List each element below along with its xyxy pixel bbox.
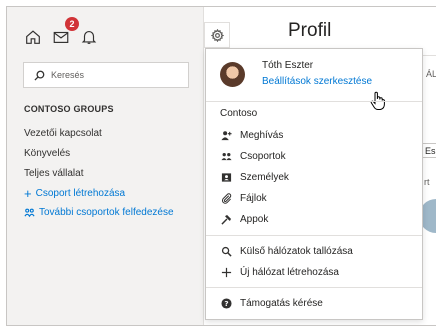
menu-item-files-label: Fájlok: [240, 192, 267, 204]
top-icon-bar: 2: [22, 17, 100, 48]
inbox-button[interactable]: 2: [50, 17, 79, 48]
menu-item-groups[interactable]: Csoportok: [220, 147, 286, 165]
peek-text-1: ÁL: [426, 69, 436, 79]
menu-item-groups-label: Csoportok: [240, 150, 286, 162]
group-item-vezetoi-kapcsolat[interactable]: Vezetői kapcsolat: [24, 124, 174, 144]
page-title: Profil: [288, 20, 332, 41]
create-group-link[interactable]: + Csoport létrehozása: [24, 184, 174, 203]
edit-settings-link[interactable]: Beállítások szerkesztése: [262, 76, 372, 87]
discover-groups-label: További csoportok felfedezése: [39, 207, 174, 218]
peek-text-2: Es: [425, 146, 436, 156]
menu-divider: [206, 101, 422, 102]
notifications-button[interactable]: [78, 26, 100, 48]
invite-icon: [220, 129, 232, 141]
user-name: Tóth Eszter: [262, 60, 314, 71]
menu-item-apps-label: Appok: [240, 213, 269, 225]
bell-icon: [81, 31, 97, 44]
discover-groups-icon: [24, 208, 35, 218]
files-icon: [220, 192, 232, 204]
avatar: [220, 62, 245, 87]
search-icon: [34, 70, 45, 81]
menu-item-support[interactable]: ? Támogatás kérése: [220, 294, 323, 312]
menu-item-files[interactable]: Fájlok: [220, 189, 267, 207]
search-icon: [220, 245, 232, 257]
notification-badge: 2: [65, 17, 79, 31]
help-icon: ?: [220, 297, 232, 309]
profile-section: Tóth Eszter Beállítások szerkesztése: [206, 49, 422, 110]
menu-item-invite-label: Meghívás: [240, 129, 284, 141]
group-item-teljes-vallalat[interactable]: Teljes vállalat: [24, 164, 174, 184]
groups-heading: CONTOSO GROUPS: [24, 104, 114, 114]
menu-divider: [206, 287, 422, 288]
sidebar: 2 Keresés CONTOSO GROUPS Vezetői kapcsol…: [7, 7, 204, 325]
network-heading: Contoso: [220, 108, 258, 119]
home-button[interactable]: [22, 26, 44, 48]
menu-item-browse-networks[interactable]: Külső hálózatok tallózása: [220, 242, 353, 260]
people-icon: [220, 171, 232, 183]
search-placeholder: Keresés: [51, 70, 85, 80]
gear-icon: [210, 28, 224, 42]
create-group-label: Csoport létrehozása: [35, 188, 126, 199]
envelope-icon: [53, 31, 69, 43]
menu-item-new-network-label: Új hálózat létrehozása: [240, 266, 339, 278]
menu-item-support-label: Támogatás kérése: [240, 297, 323, 309]
plus-icon: [220, 266, 232, 278]
menu-item-new-network[interactable]: Új hálózat létrehozása: [220, 263, 339, 281]
home-icon: [26, 30, 40, 44]
groups-icon: [220, 150, 232, 162]
group-list: Vezetői kapcsolat Könyvelés Teljes válla…: [24, 124, 174, 222]
menu-item-browse-networks-label: Külső hálózatok tallózása: [240, 245, 353, 257]
menu-item-invite[interactable]: Meghívás: [220, 126, 283, 144]
app-window: 2 Keresés CONTOSO GROUPS Vezetői kapcsol…: [6, 6, 436, 326]
group-item-konyveles[interactable]: Könyvelés: [24, 144, 174, 164]
settings-menu: Tóth Eszter Beállítások szerkesztése Con…: [205, 48, 423, 320]
menu-item-apps[interactable]: Appok: [220, 210, 268, 228]
search-input[interactable]: Keresés: [23, 62, 189, 88]
menu-item-people[interactable]: Személyek: [220, 168, 289, 186]
peek-text-3: rt: [424, 177, 430, 187]
apps-icon: [220, 213, 232, 225]
menu-divider: [206, 235, 422, 236]
discover-groups-link[interactable]: További csoportok felfedezése: [24, 203, 174, 222]
peek-field: Es: [421, 143, 436, 158]
svg-text:?: ?: [224, 299, 228, 308]
plus-icon: +: [24, 186, 32, 201]
settings-button[interactable]: [204, 22, 230, 48]
menu-item-people-label: Személyek: [240, 171, 289, 183]
